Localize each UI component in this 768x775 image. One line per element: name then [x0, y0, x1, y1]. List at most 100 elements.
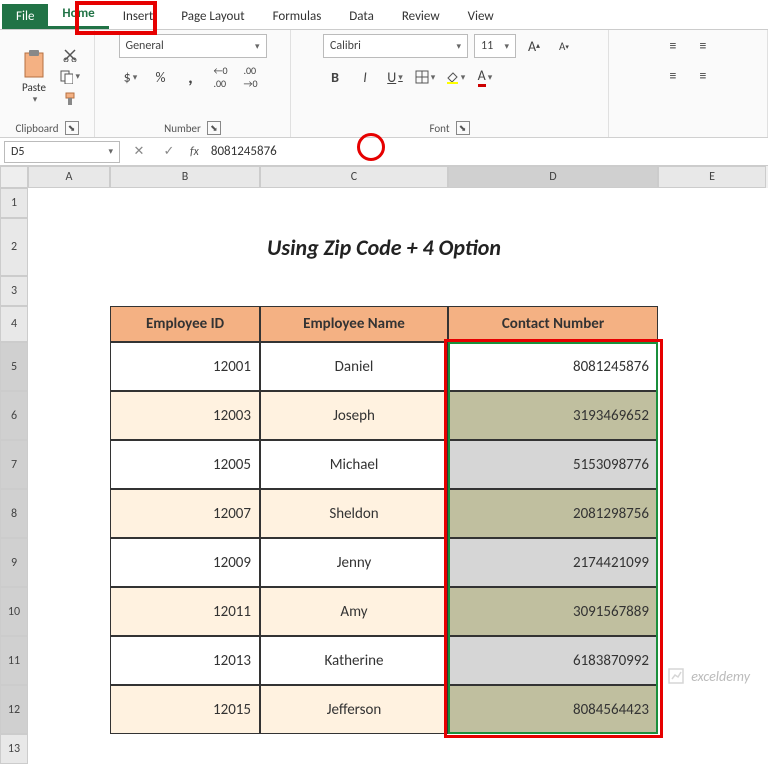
borders-button[interactable]: ▾: [413, 66, 437, 88]
cell[interactable]: [28, 306, 110, 342]
cell[interactable]: [658, 685, 766, 734]
row-header[interactable]: 12: [0, 685, 28, 734]
tab-page-layout[interactable]: Page Layout: [167, 4, 258, 29]
cell[interactable]: [28, 391, 110, 440]
align-left-button[interactable]: ≡: [661, 64, 685, 86]
row-header[interactable]: 10: [0, 587, 28, 636]
row-header[interactable]: 4: [0, 306, 28, 342]
row-header[interactable]: 6: [0, 391, 28, 440]
fill-color-button[interactable]: ▾: [443, 66, 467, 88]
cell-employee-id[interactable]: 12013: [110, 636, 260, 685]
cell[interactable]: [28, 587, 110, 636]
cell[interactable]: [28, 489, 110, 538]
cell-contact-number[interactable]: 5153098776: [448, 440, 658, 489]
cell[interactable]: [658, 538, 766, 587]
col-header-e[interactable]: E: [658, 166, 766, 188]
name-box[interactable]: D5▾: [4, 141, 120, 163]
cell[interactable]: [658, 391, 766, 440]
cell[interactable]: [28, 734, 110, 764]
cell[interactable]: [658, 306, 766, 342]
cell[interactable]: [28, 636, 110, 685]
row-header[interactable]: 13: [0, 734, 28, 764]
cell-employee-name[interactable]: Amy: [260, 587, 448, 636]
cell[interactable]: [28, 440, 110, 489]
increase-decimal-button[interactable]: ←0.00: [209, 66, 233, 88]
cell-employee-name[interactable]: Jenny: [260, 538, 448, 587]
cell[interactable]: [260, 276, 448, 306]
row-header[interactable]: 9: [0, 538, 28, 587]
cell-employee-name[interactable]: Daniel: [260, 342, 448, 391]
align-middle-button[interactable]: ≡: [691, 34, 715, 56]
cell[interactable]: [448, 188, 658, 218]
cell[interactable]: [28, 342, 110, 391]
col-header-d[interactable]: D: [448, 166, 658, 188]
cell-employee-name[interactable]: Katherine: [260, 636, 448, 685]
formula-input[interactable]: 8081245876: [205, 144, 768, 159]
cell-contact-number[interactable]: 3193469652: [448, 391, 658, 440]
cell[interactable]: [28, 538, 110, 587]
fx-icon[interactable]: fx: [184, 145, 205, 159]
format-painter-button[interactable]: [60, 90, 80, 108]
copy-button[interactable]: ▾: [60, 68, 80, 86]
tab-home[interactable]: Home: [48, 1, 108, 29]
cell[interactable]: [658, 587, 766, 636]
font-size-dropdown[interactable]: 11▾: [474, 34, 516, 58]
number-format-dropdown[interactable]: General▾: [119, 34, 267, 58]
cell[interactable]: [658, 440, 766, 489]
underline-button[interactable]: U▾: [383, 66, 407, 88]
row-header[interactable]: 3: [0, 276, 28, 306]
cell[interactable]: [658, 276, 766, 306]
cell-contact-number[interactable]: 6183870992: [448, 636, 658, 685]
cell[interactable]: [448, 734, 658, 764]
bold-button[interactable]: B: [323, 66, 347, 88]
cell-employee-id[interactable]: 12001: [110, 342, 260, 391]
font-launcher[interactable]: ⬊: [456, 121, 470, 135]
cell[interactable]: [260, 734, 448, 764]
clipboard-launcher[interactable]: ⬊: [65, 121, 79, 135]
header-contact-number[interactable]: Contact Number: [448, 306, 658, 342]
cut-button[interactable]: [60, 46, 80, 64]
percent-format-button[interactable]: %: [149, 66, 173, 88]
row-header[interactable]: 8: [0, 489, 28, 538]
cell[interactable]: [658, 489, 766, 538]
cell[interactable]: [28, 188, 110, 218]
italic-button[interactable]: I: [353, 66, 377, 88]
decrease-decimal-button[interactable]: .00→0: [239, 66, 263, 88]
row-header[interactable]: 1: [0, 188, 28, 218]
tab-view[interactable]: View: [454, 4, 508, 29]
col-header-a[interactable]: A: [28, 166, 110, 188]
cell-employee-name[interactable]: Jefferson: [260, 685, 448, 734]
tab-formulas[interactable]: Formulas: [259, 4, 336, 29]
col-header-c[interactable]: C: [260, 166, 448, 188]
accounting-format-button[interactable]: $▾: [119, 66, 143, 88]
cell-contact-number[interactable]: 2081298756: [448, 489, 658, 538]
cell[interactable]: [658, 218, 766, 276]
font-name-dropdown[interactable]: Calibri▾: [323, 34, 468, 58]
cell-contact-number[interactable]: 3091567889: [448, 587, 658, 636]
enter-button[interactable]: ✓: [154, 144, 184, 159]
cell-employee-id[interactable]: 12011: [110, 587, 260, 636]
cell-employee-id[interactable]: 12015: [110, 685, 260, 734]
sheet-title[interactable]: Using Zip Code + 4 Option: [110, 218, 658, 276]
cell-contact-number[interactable]: 2174421099: [448, 538, 658, 587]
cell[interactable]: [110, 276, 260, 306]
cell-contact-number[interactable]: 8084564423: [448, 685, 658, 734]
paste-button[interactable]: Paste ▾: [14, 49, 54, 105]
header-employee-id[interactable]: Employee ID: [110, 306, 260, 342]
align-top-button[interactable]: ≡: [661, 34, 685, 56]
cancel-button[interactable]: ✕: [124, 144, 154, 159]
cell-employee-id[interactable]: 12005: [110, 440, 260, 489]
row-header[interactable]: 11: [0, 636, 28, 685]
tab-insert[interactable]: Insert: [109, 4, 168, 29]
col-header-b[interactable]: B: [110, 166, 260, 188]
cell[interactable]: [448, 276, 658, 306]
align-center-button[interactable]: ≡: [691, 64, 715, 86]
cell-contact-number[interactable]: 8081245876: [448, 342, 658, 391]
decrease-font-button[interactable]: A▾: [552, 35, 576, 57]
cell-employee-id[interactable]: 12009: [110, 538, 260, 587]
cell[interactable]: [658, 188, 766, 218]
select-all-corner[interactable]: [0, 166, 28, 188]
cell[interactable]: [110, 734, 260, 764]
row-header[interactable]: 2: [0, 218, 28, 276]
cell[interactable]: [110, 188, 260, 218]
